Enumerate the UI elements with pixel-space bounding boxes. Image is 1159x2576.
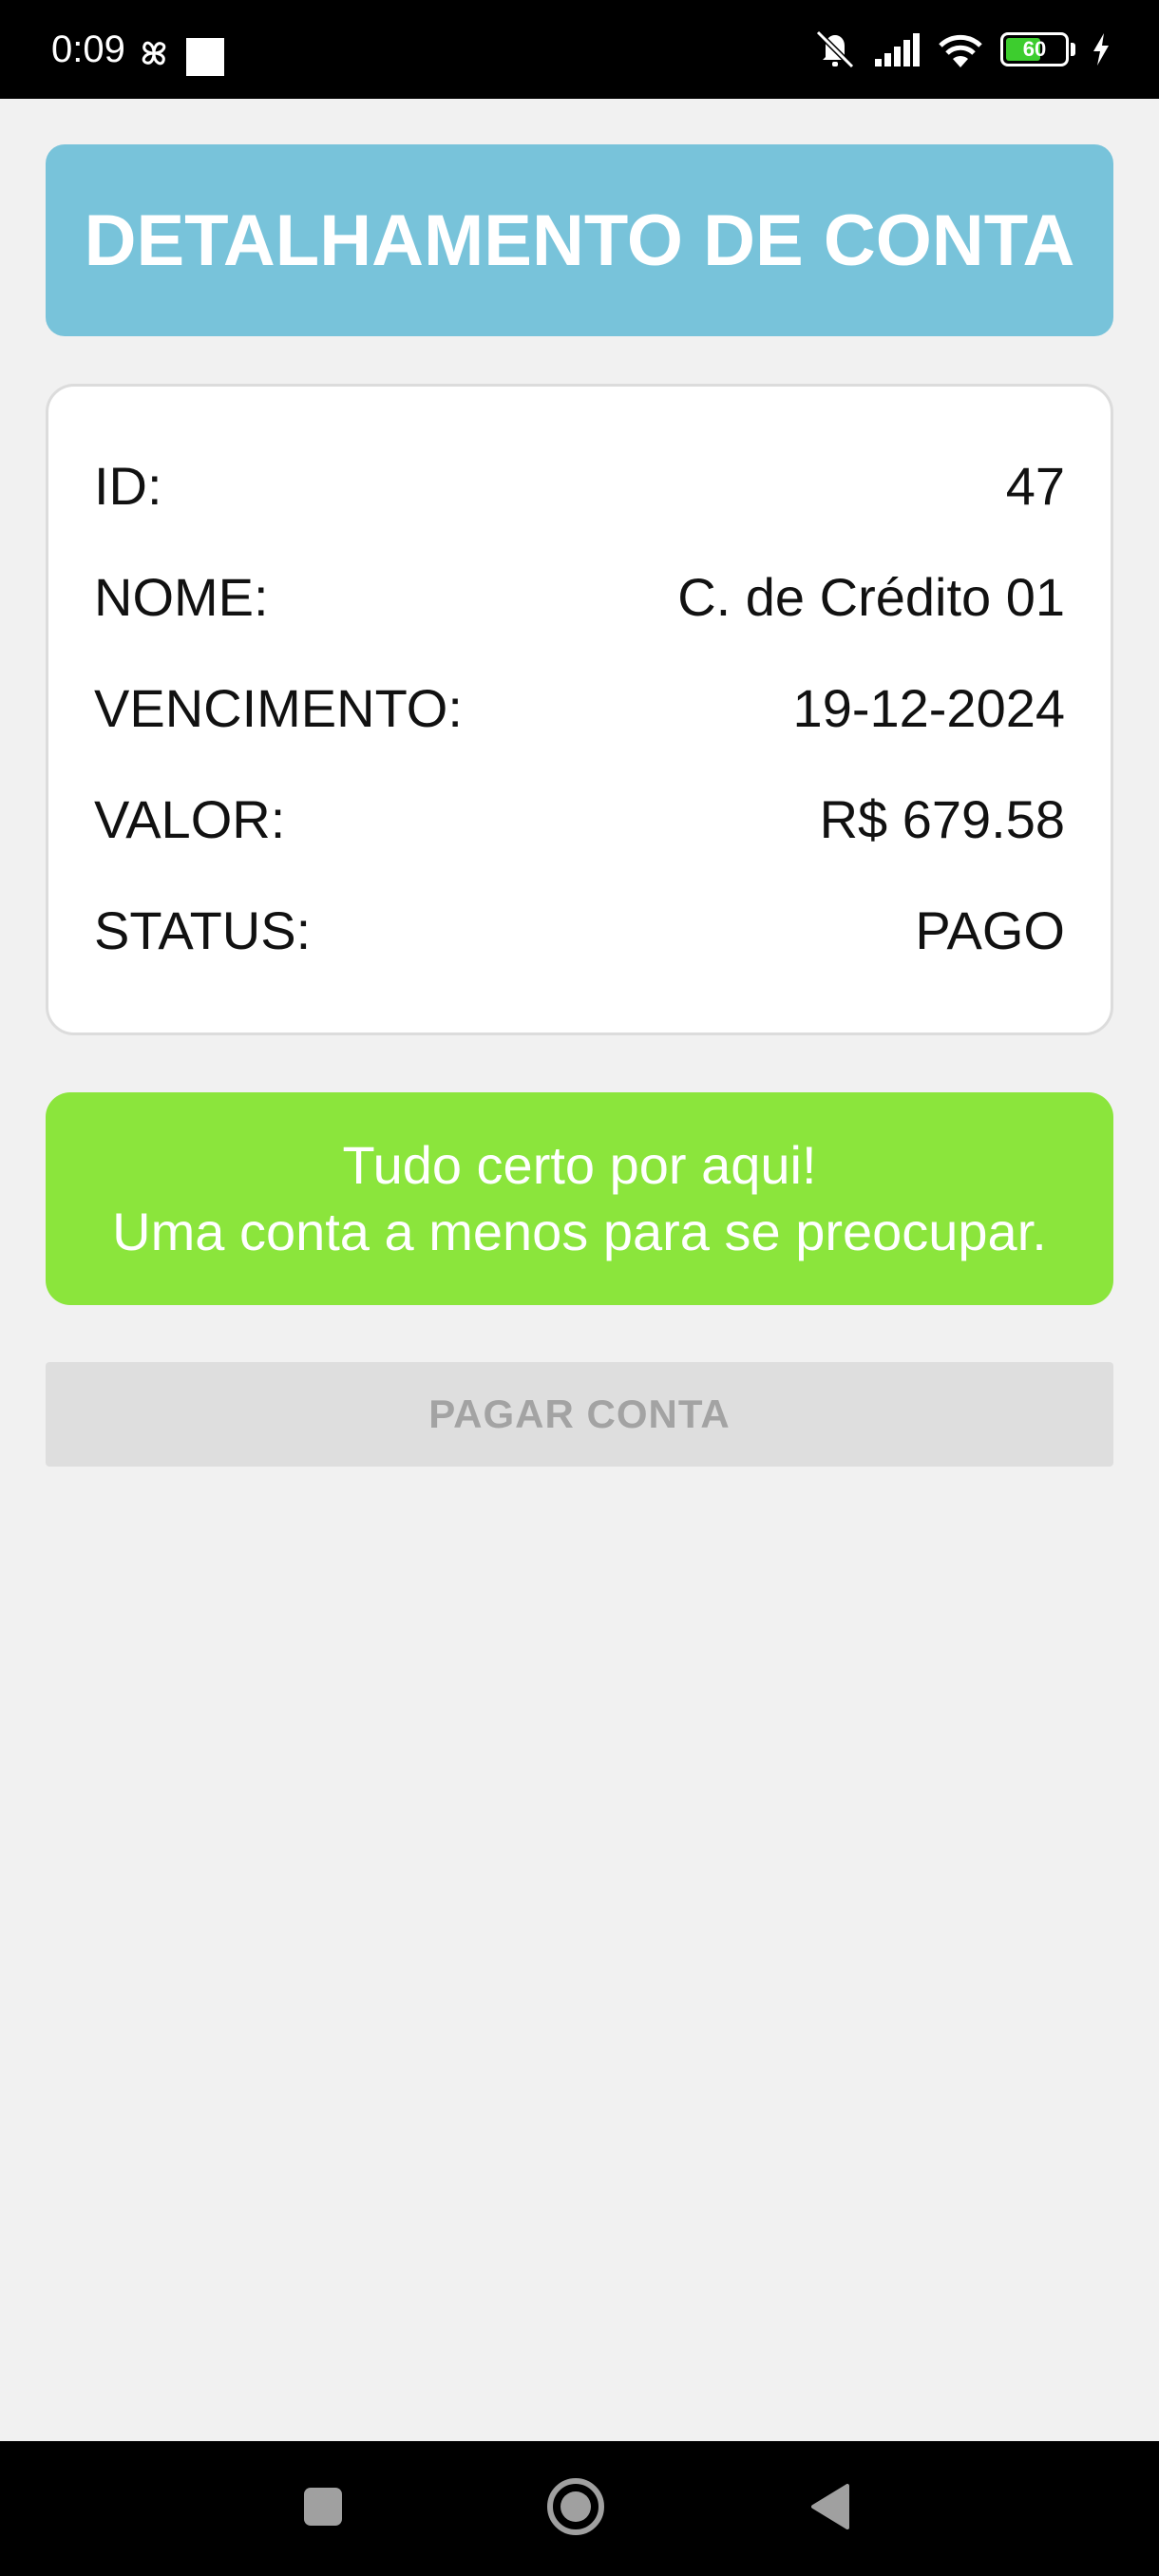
page-title: DETALHAMENTO DE CONTA — [84, 199, 1075, 281]
page-header: DETALHAMENTO DE CONTA — [46, 144, 1113, 336]
detail-row-status: STATUS: PAGO — [94, 875, 1065, 986]
system-nav-bar — [0, 2441, 1159, 2576]
due-date-value: 19-12-2024 — [792, 678, 1065, 738]
recents-button[interactable] — [256, 2441, 390, 2576]
name-value: C. de Crédito 01 — [677, 567, 1065, 627]
detail-row-due-date: VENCIMENTO: 19-12-2024 — [94, 653, 1065, 764]
id-value: 47 — [1005, 456, 1065, 516]
battery-icon: 60 — [1000, 32, 1075, 66]
amount-label: VALOR: — [94, 789, 286, 849]
status-value: PAGO — [915, 900, 1065, 960]
detail-row-amount: VALOR: R$ 679.58 — [94, 764, 1065, 875]
name-label: NOME: — [94, 567, 269, 627]
home-circle-icon — [545, 2476, 606, 2542]
clock: 0:09 — [51, 28, 125, 70]
paid-success-banner: Tudo certo por aqui! Uma conta a menos p… — [46, 1092, 1113, 1305]
detail-row-id: ID: 47 — [94, 430, 1065, 541]
home-button[interactable] — [509, 2441, 642, 2576]
back-button[interactable] — [764, 2441, 897, 2576]
charging-icon — [1091, 31, 1112, 67]
pay-bill-button[interactable]: PAGAR CONTA — [46, 1362, 1113, 1467]
success-message-line1: Tudo certo por aqui! — [342, 1135, 817, 1195]
status-label: STATUS: — [94, 900, 312, 960]
silent-bell-icon — [812, 28, 858, 70]
back-triangle-icon — [809, 2483, 851, 2535]
due-date-label: VENCIMENTO: — [94, 678, 463, 738]
wifi-icon — [936, 29, 985, 69]
account-details-card: ID: 47 NOME: C. de Crédito 01 VENCIMENTO… — [46, 384, 1113, 1035]
battery-level: 60 — [1022, 37, 1047, 61]
square-icon — [186, 38, 224, 76]
status-bar: 0:09 60 — [0, 0, 1159, 99]
success-message-line2: Uma conta a menos para se preocupar. — [112, 1202, 1047, 1261]
signal-icon — [873, 30, 921, 68]
fan-icon — [135, 34, 173, 72]
detail-row-name: NOME: C. de Crédito 01 — [94, 541, 1065, 653]
id-label: ID: — [94, 456, 162, 516]
amount-value: R$ 679.58 — [819, 789, 1065, 849]
recents-square-icon — [302, 2486, 344, 2532]
